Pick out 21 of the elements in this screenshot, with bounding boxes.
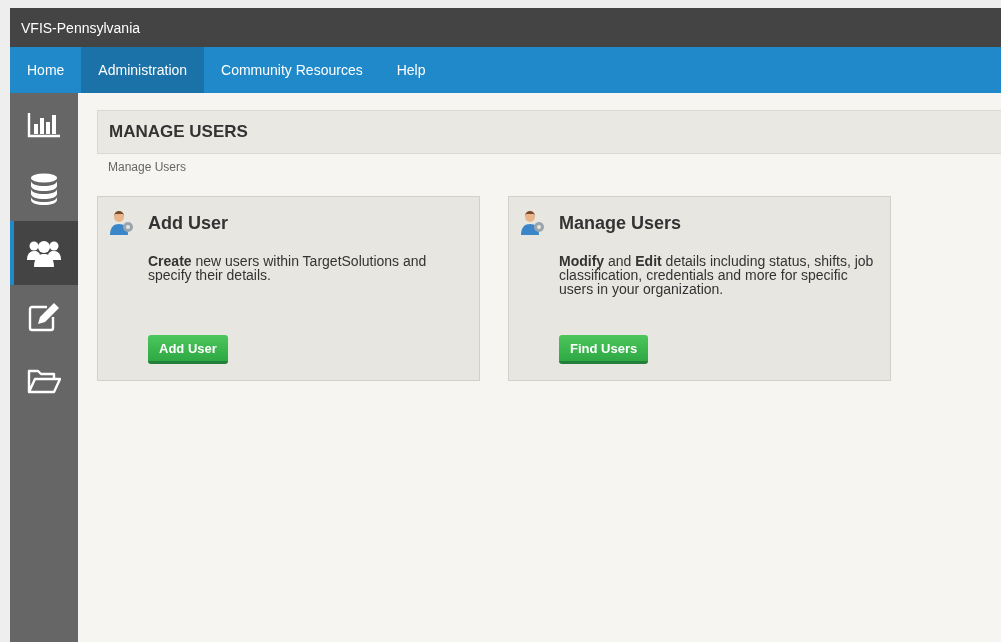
nav-tab[interactable]: Community Resources [204,47,380,93]
edit-icon [28,302,60,332]
card-title: Manage Users [559,212,682,234]
action-button[interactable]: Add User [148,335,228,364]
bar-chart-icon [27,112,61,138]
database-icon [30,173,58,205]
window-title: VFIS-Pennsylvania [21,19,141,36]
sidebar-item[interactable] [10,221,78,285]
nav-tab[interactable]: Administration [81,47,205,93]
card-description: Create new users within TargetSolutions and specify their details. [148,254,428,282]
page-title: MANAGE USERS [109,122,248,142]
user-gear-icon [520,210,546,236]
card-title: Add User [148,212,228,234]
nav-tab[interactable]: Home [10,47,82,93]
card-description: Modify and Edit details including status, shifts, job classification, credentials and more for specific users in your organization. [559,254,875,296]
users-icon [27,239,61,267]
nav-tab[interactable]: Help [379,47,443,93]
breadcrumb: Manage Users [108,160,187,174]
user-gear-icon [109,210,135,236]
folder-icon [27,368,61,394]
action-button[interactable]: Find Users [559,335,649,364]
